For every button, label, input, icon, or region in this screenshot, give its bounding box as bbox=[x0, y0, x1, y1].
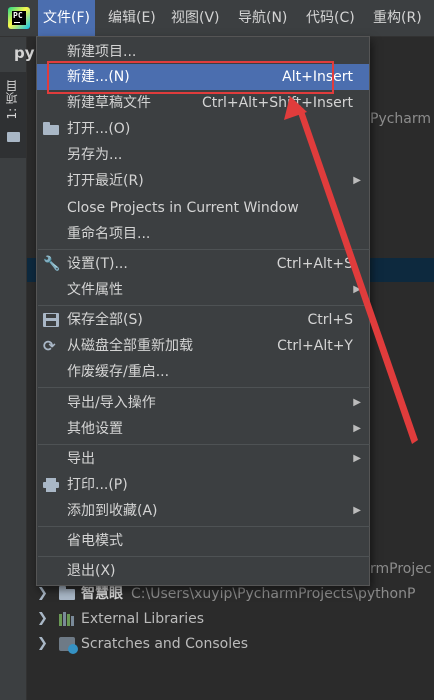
annotation-arrow-icon bbox=[284, 96, 418, 444]
